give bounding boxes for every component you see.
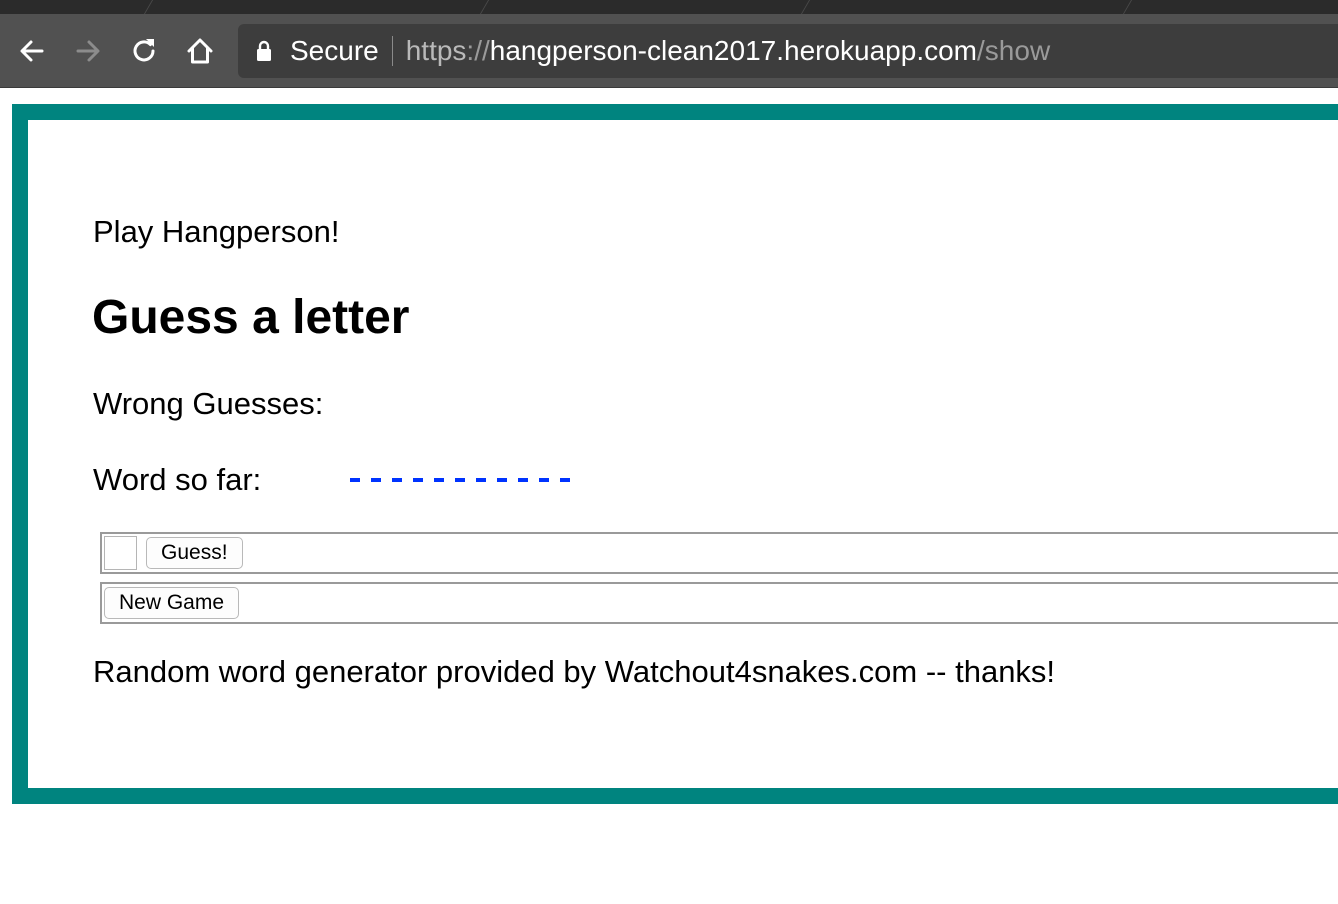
browser-toolbar: Secure https://hangperson-clean2017.hero… <box>0 14 1338 88</box>
game-frame <box>12 104 1338 804</box>
word-dash <box>476 478 486 482</box>
word-dash <box>455 478 465 482</box>
word-dash <box>371 478 381 482</box>
credit-text: Random word generator provided by Watcho… <box>93 654 1056 689</box>
wrong-guesses-label: Wrong Guesses: <box>93 386 324 421</box>
reload-button[interactable] <box>125 32 163 70</box>
home-icon <box>187 38 213 64</box>
tab-strip <box>0 0 1338 14</box>
word-dash <box>497 478 507 482</box>
tab-divider <box>800 0 811 14</box>
new-game-button[interactable]: New Game <box>104 587 240 619</box>
reload-icon <box>133 39 155 62</box>
word-dash <box>560 478 570 482</box>
forward-arrow-icon <box>76 40 100 62</box>
address-bar[interactable]: Secure https://hangperson-clean2017.hero… <box>238 24 1338 78</box>
word-dash <box>413 478 423 482</box>
url-scheme: https <box>405 35 467 66</box>
tab-divider <box>479 0 490 14</box>
url-path: /show <box>977 35 1051 66</box>
word-dash <box>539 478 549 482</box>
word-so-far-label: Word so far: <box>93 462 262 497</box>
guess-form: Guess! <box>100 532 1338 574</box>
guess-button[interactable]: Guess! <box>146 537 243 569</box>
tab-divider <box>1122 0 1133 14</box>
tab-divider <box>143 0 154 14</box>
word-dash <box>392 478 402 482</box>
word-dash <box>350 478 360 482</box>
word-dash <box>434 478 444 482</box>
word-so-far-value <box>350 478 570 486</box>
back-arrow-icon <box>20 40 44 62</box>
intro-text: Play Hangperson! <box>93 214 340 249</box>
lock-icon <box>257 40 271 61</box>
url-host: hangperson-clean2017.herokuapp.com <box>489 35 978 66</box>
url-separator: :// <box>466 35 490 66</box>
new-game-form: New Game <box>100 582 1338 624</box>
forward-button[interactable] <box>69 32 107 70</box>
security-label: Secure <box>290 35 379 66</box>
page-title: Guess a letter <box>92 291 410 344</box>
omnibox-divider <box>391 36 393 66</box>
home-button[interactable] <box>181 32 219 70</box>
url-text[interactable]: https://hangperson-clean2017.herokuapp.c… <box>406 35 1050 67</box>
guess-input[interactable] <box>104 536 137 570</box>
word-dash <box>518 478 528 482</box>
back-button[interactable] <box>13 32 51 70</box>
